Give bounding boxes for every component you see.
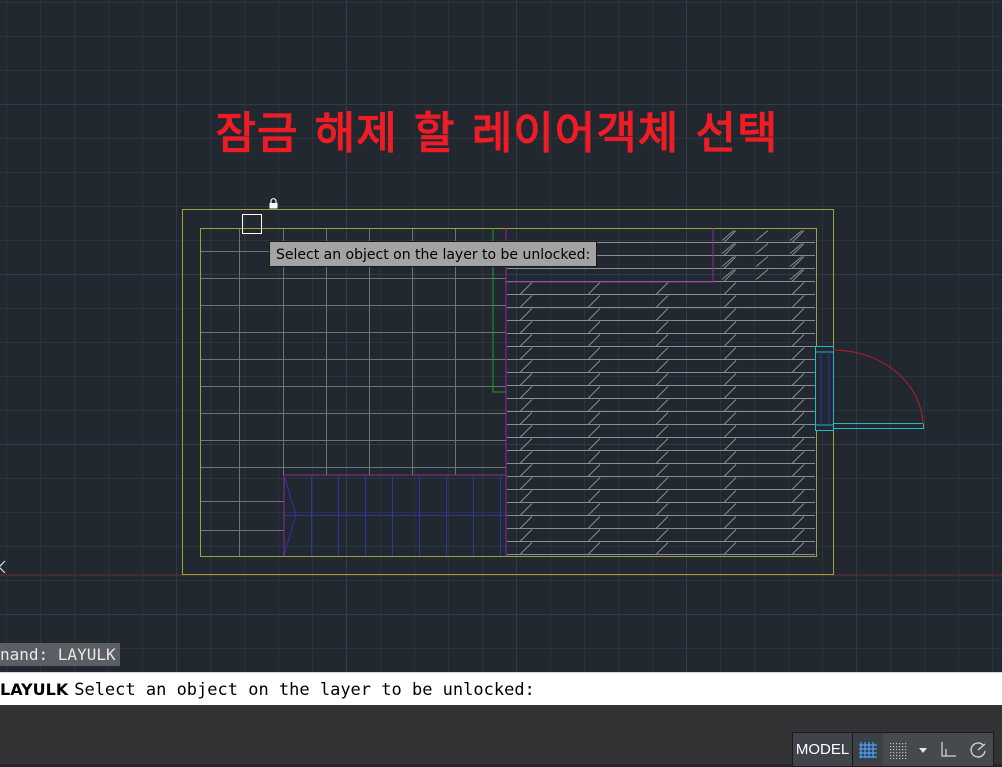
door [815, 346, 924, 431]
ortho-icon[interactable] [933, 733, 963, 766]
status-toggle-group: MODEL [792, 732, 994, 767]
snap-icon[interactable] [883, 733, 913, 766]
polar-tracking-icon[interactable] [963, 733, 993, 766]
tile-pattern [201, 229, 506, 556]
floor-hatch [507, 230, 815, 555]
command-prompt: Select an object on the layer to be unlo… [74, 680, 535, 700]
command-name: LAYULK [0, 680, 69, 699]
command-history: nand: LAYULK [0, 643, 120, 666]
ucs-arrow-icon [0, 560, 6, 574]
command-line[interactable]: LAYULK Select an object on the layer to b… [0, 672, 1002, 705]
stair-lines [283, 475, 506, 557]
status-bar: MODEL [0, 705, 1002, 767]
drawing-viewport[interactable]: 잠금 해제 할 레이어객체 선택 Select an object on the… [0, 0, 1002, 672]
lock-icon [269, 198, 278, 209]
model-space-button[interactable]: MODEL [793, 733, 853, 766]
grid-icon[interactable] [853, 733, 883, 766]
selection-tooltip: Select an object on the layer to be unlo… [269, 241, 598, 267]
pickbox-icon [242, 214, 262, 234]
annotation-title: 잠금 해제 할 레이어객체 선택 [215, 108, 779, 159]
dropdown-arrow-icon[interactable] [913, 733, 933, 766]
